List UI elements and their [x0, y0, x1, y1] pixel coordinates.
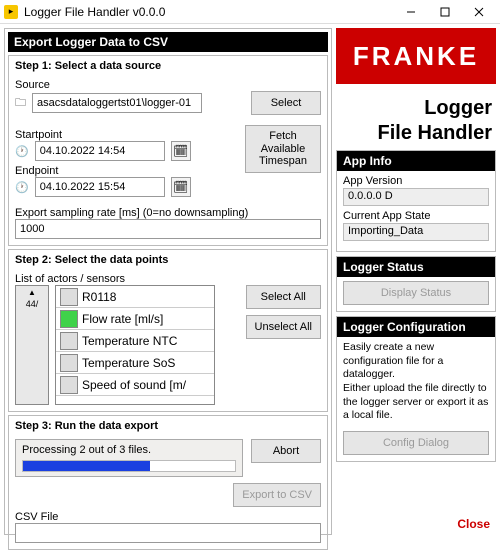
step2-legend: Step 2: Select the data points	[15, 254, 321, 269]
list-item[interactable]: Speed of sound [m/	[56, 374, 214, 396]
source-input[interactable]	[32, 93, 202, 113]
csvfile-label: CSV File	[15, 511, 321, 523]
source-label: Source	[15, 79, 321, 91]
startpoint-calendar-icon[interactable]: 🗓	[171, 141, 191, 161]
startpoint-input[interactable]	[35, 141, 165, 161]
endpoint-calendar-icon[interactable]: 🗓	[171, 177, 191, 197]
endpoint-input[interactable]	[35, 177, 165, 197]
brand-line1: Logger	[336, 96, 492, 121]
export-title: Export Logger Data to CSV	[8, 32, 328, 52]
endpoint-label: Endpoint	[15, 165, 235, 177]
list-item-label: Speed of sound [m/	[82, 378, 186, 392]
titlebar: ▸ Logger File Handler v0.0.0	[0, 0, 500, 24]
list-item-label: R0118	[82, 290, 116, 304]
version-label: App Version	[343, 175, 489, 187]
close-window-button[interactable]	[462, 1, 496, 23]
window-title: Logger File Handler v0.0.0	[24, 5, 394, 19]
clock-icon: 🕐	[15, 181, 29, 194]
progress-fill	[23, 461, 150, 471]
step1-group: Step 1: Select a data source Source 🗀 Se…	[8, 55, 328, 246]
config-dialog-button[interactable]: Config Dialog	[343, 431, 489, 455]
list-item[interactable]: Flow rate [ml/s]	[56, 308, 214, 330]
step3-group: Step 3: Run the data export Processing 2…	[8, 415, 328, 550]
list-scroll-knob[interactable]: ▲ 44/	[15, 285, 49, 405]
export-panel: Export Logger Data to CSV Step 1: Select…	[4, 28, 332, 535]
status-title: Logger Status	[337, 257, 495, 277]
sampling-label: Export sampling rate [ms] (0=no downsamp…	[15, 207, 321, 219]
version-value: 0.0.0.0 D	[343, 188, 489, 206]
progress-text: Processing 2 out of 3 files.	[22, 444, 151, 456]
display-status-button[interactable]: Display Status	[343, 281, 489, 305]
state-label: Current App State	[343, 210, 489, 222]
close-button[interactable]: Close	[336, 513, 496, 535]
knob-value: 44/	[26, 299, 39, 309]
sampling-input[interactable]	[15, 219, 321, 239]
list-item-label: Flow rate [ml/s]	[82, 312, 163, 326]
brand-text: Logger File Handler	[336, 96, 496, 146]
list-item-label: Temperature NTC	[82, 334, 177, 348]
state-value: Importing_Data	[343, 223, 489, 241]
config-desc: Easily create a new configuration file f…	[343, 341, 489, 423]
appinfo-panel: App Info App Version 0.0.0.0 D Current A…	[336, 150, 496, 252]
list-item-label: Temperature SoS	[82, 356, 175, 370]
select-button[interactable]: Select	[251, 91, 321, 115]
minimize-button[interactable]	[394, 1, 428, 23]
folder-icon: 🗀	[15, 94, 26, 113]
indicator-icon	[60, 354, 78, 372]
select-all-button[interactable]: Select All	[246, 285, 321, 309]
step3-legend: Step 3: Run the data export	[15, 420, 321, 435]
list-item[interactable]: Temperature NTC	[56, 330, 214, 352]
indicator-icon	[60, 376, 78, 394]
brand-line2: File Handler	[336, 121, 492, 146]
config-panel: Logger Configuration Easily create a new…	[336, 316, 496, 462]
status-panel: Logger Status Display Status	[336, 256, 496, 312]
sensor-list[interactable]: R0118 Flow rate [ml/s] Temperature NTC T…	[55, 285, 215, 405]
list-item[interactable]: Temperature SoS	[56, 352, 214, 374]
progress-bar	[22, 460, 236, 472]
clock-icon: 🕐	[15, 145, 29, 158]
maximize-button[interactable]	[428, 1, 462, 23]
app-icon: ▸	[4, 5, 18, 19]
list-item[interactable]: R0118	[56, 286, 214, 308]
indicator-icon	[60, 332, 78, 350]
progress-box: Processing 2 out of 3 files.	[15, 439, 243, 477]
step2-group: Step 2: Select the data points List of a…	[8, 249, 328, 412]
step1-legend: Step 1: Select a data source	[15, 60, 321, 75]
appinfo-title: App Info	[337, 151, 495, 171]
list-label: List of actors / sensors	[15, 273, 321, 285]
export-csv-button[interactable]: Export to CSV	[233, 483, 321, 507]
startpoint-label: Startpoint	[15, 129, 235, 141]
indicator-icon	[60, 288, 78, 306]
brand-logo: FRANKE	[336, 28, 496, 84]
csvfile-input[interactable]	[15, 523, 321, 543]
abort-button[interactable]: Abort	[251, 439, 321, 463]
config-title: Logger Configuration	[337, 317, 495, 337]
indicator-icon	[60, 310, 78, 328]
unselect-all-button[interactable]: Unselect All	[246, 315, 321, 339]
fetch-timespan-button[interactable]: Fetch Available Timespan	[245, 125, 321, 173]
